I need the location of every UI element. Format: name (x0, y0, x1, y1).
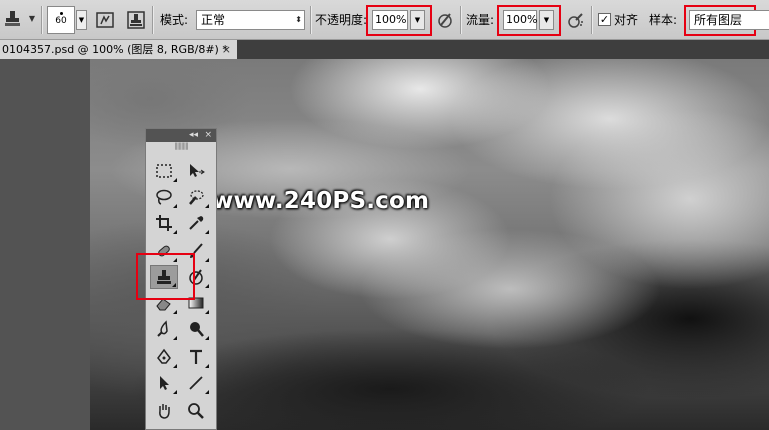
mode-value: 正常 (201, 13, 226, 27)
document-tab[interactable]: 0104357.psd @ 100% (图层 8, RGB/8#) * × (0, 40, 237, 59)
divider (152, 6, 154, 34)
hand-tool-icon[interactable] (150, 399, 178, 423)
eyedropper-tool-icon[interactable] (182, 211, 210, 235)
clone-stamp-preset-icon[interactable] (2, 8, 24, 30)
flow-label: 流量: (466, 13, 495, 27)
aligned-checkbox[interactable]: ✓ (598, 13, 611, 26)
marquee-tool-icon[interactable] (150, 159, 178, 183)
opacity-dropdown-icon[interactable]: ▼ (410, 10, 425, 30)
tools-panel-header[interactable]: ◂◂ × (146, 129, 216, 142)
collapse-icon[interactable]: ◂◂ (189, 129, 198, 142)
aligned-label: 对齐 (614, 13, 639, 27)
brush-size-value: 60 (55, 16, 67, 26)
zoom-tool-icon[interactable] (182, 399, 210, 423)
updown-arrows-icon: ⬍ (295, 15, 302, 24)
sample-label: 样本: (649, 13, 678, 27)
lasso-tool-icon[interactable] (150, 185, 178, 209)
watermark-text: www.240PS.com (212, 188, 430, 214)
sample-value: 所有图层 (694, 13, 743, 27)
divider (591, 6, 593, 34)
document-tab-bar: 0104357.psd @ 100% (图层 8, RGB/8#) * × (0, 40, 769, 59)
close-tab-icon[interactable]: × (222, 40, 231, 59)
document-title: 0104357.psd @ 100% (图层 8, RGB/8#) * (2, 43, 228, 56)
crop-tool-icon[interactable] (150, 211, 178, 235)
divider (310, 6, 312, 34)
path-selection-tool-icon[interactable] (150, 371, 178, 395)
options-bar: ▼ 60 ▼ 模式: 正常 ⬍ 不透明度: 100% ▼ 流量: 100% ▼ … (0, 0, 769, 40)
move-tool-icon[interactable] (182, 159, 210, 183)
flow-dropdown-icon[interactable]: ▼ (539, 10, 554, 30)
blur-tool-icon[interactable] (150, 317, 178, 341)
brush-panel-toggle-icon[interactable] (94, 9, 116, 31)
mode-select[interactable]: 正常 ⬍ (196, 10, 305, 30)
clone-source-panel-icon[interactable] (125, 9, 147, 31)
opacity-label: 不透明度: (315, 13, 368, 27)
flow-input[interactable]: 100% (503, 10, 537, 30)
dodge-tool-icon[interactable] (182, 317, 210, 341)
opacity-input[interactable]: 100% (372, 10, 408, 30)
line-tool-icon[interactable] (182, 371, 210, 395)
preset-dropdown-icon[interactable]: ▼ (27, 12, 37, 26)
close-panel-icon[interactable]: × (204, 129, 212, 142)
brush-tip-icon (59, 12, 63, 15)
brush-dropdown-icon[interactable]: ▼ (76, 10, 87, 30)
pen-tool-icon[interactable] (150, 345, 178, 369)
clone-stamp-highlight-box (136, 253, 195, 300)
mode-label: 模式: (160, 13, 189, 27)
airbrush-icon[interactable] (565, 9, 587, 31)
divider (460, 6, 462, 34)
pressure-opacity-icon[interactable] (434, 9, 456, 31)
brush-size-picker[interactable]: 60 (47, 6, 75, 34)
quick-selection-tool-icon[interactable] (182, 185, 210, 209)
panel-grip[interactable]: |||||||||| (146, 142, 216, 150)
type-tool-icon[interactable] (182, 345, 210, 369)
divider (41, 6, 43, 34)
sample-select[interactable]: 所有图层 (689, 10, 769, 30)
